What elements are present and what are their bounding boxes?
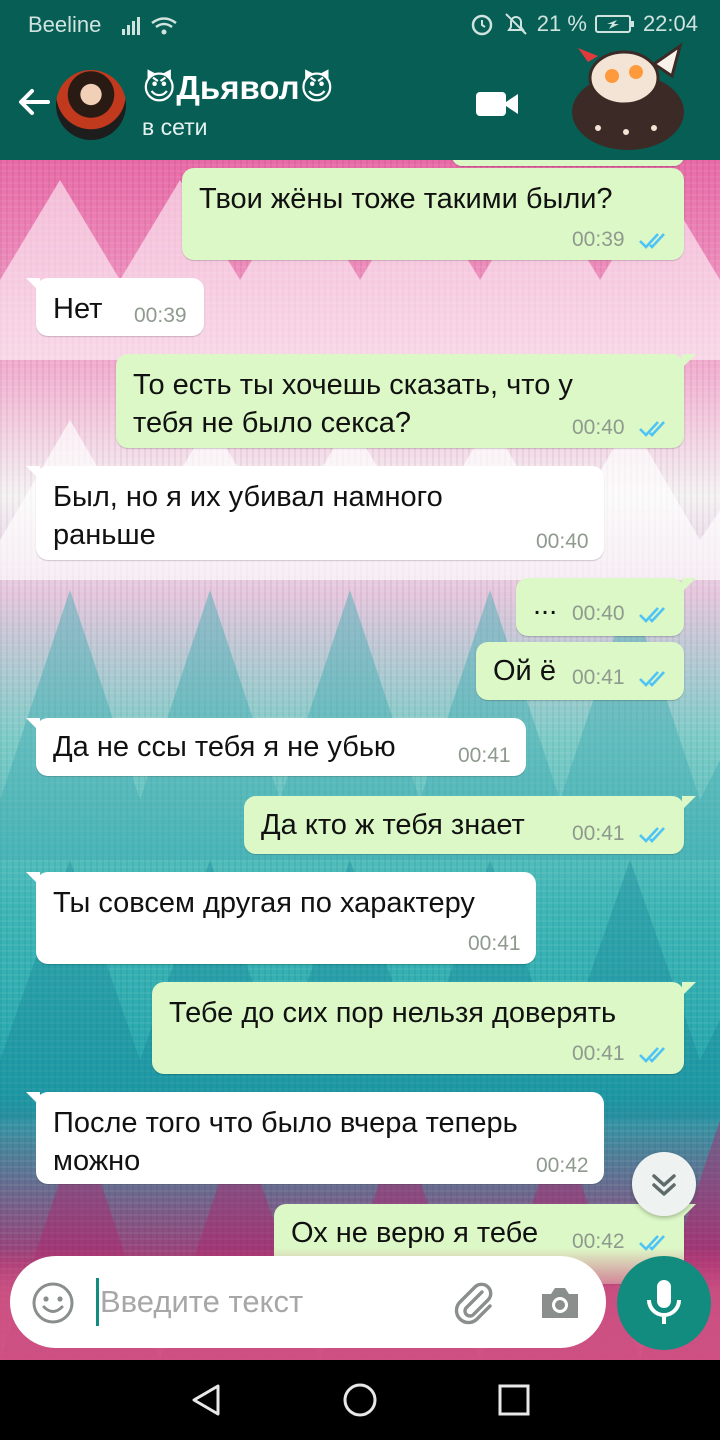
message-bubble-out[interactable]: То есть ты хочешь сказать, что у тебя не … <box>116 354 696 448</box>
message-time: 00:40 <box>572 416 625 439</box>
message-text: Да кто ж тебя знает <box>261 809 525 841</box>
message-composer <box>10 1256 606 1348</box>
message-text-line: тебя не было секса? <box>133 407 411 439</box>
alarm-icon <box>471 14 493 36</box>
message-time: 00:41 <box>572 666 625 689</box>
message-text-line: После того что было вчера теперь <box>53 1107 518 1139</box>
video-call-icon[interactable] <box>474 88 520 120</box>
clock: 22:04 <box>642 11 698 36</box>
camera-icon[interactable] <box>538 1280 582 1324</box>
message-time: 00:39 <box>134 304 187 327</box>
message-text: То есть ты хочешь сказать, что у тебя не … <box>133 366 573 442</box>
message-bubble-out[interactable]: Твои жёны тоже такими были? 00:39 <box>182 168 684 260</box>
bubble-tail <box>682 354 696 368</box>
bubble-tail <box>26 278 40 292</box>
message-text: Твои жёны тоже такими были? <box>199 183 613 215</box>
message-text-line: можно <box>53 1145 141 1177</box>
message-time: 00:41 <box>572 822 625 845</box>
double-check-icon <box>639 233 665 249</box>
message-bubble-out[interactable]: ... 00:40 <box>516 578 696 636</box>
battery-percent: 21 % <box>536 11 587 36</box>
message-time: 00:41 <box>468 932 521 955</box>
double-check-icon <box>639 421 665 437</box>
message-text: Тебе до сих пор нельзя доверять <box>169 997 617 1029</box>
message-text: Ох не верю я тебе <box>291 1217 539 1249</box>
message-bubble-out[interactable]: Да кто ж тебя знает 00:41 <box>244 796 696 854</box>
bubble-tail <box>26 718 40 732</box>
message-bubble-in[interactable]: Ты совсем другая по характеру 00:41 <box>26 872 536 964</box>
chat-area[interactable]: Твои жёны тоже такими были? 00:39 Нет 00… <box>0 160 720 1360</box>
double-check-icon <box>639 607 665 623</box>
message-bubble-in[interactable]: Нет 00:39 <box>26 278 204 336</box>
emoji-icon[interactable] <box>30 1280 76 1326</box>
bubble-tail <box>26 1092 40 1106</box>
contact-avatar[interactable] <box>56 70 126 140</box>
message-time: 00:40 <box>536 530 589 553</box>
scroll-to-bottom-button[interactable] <box>632 1152 696 1216</box>
message-text: Да не ссы тебя я не убью <box>53 731 396 763</box>
sticker-image <box>572 42 684 150</box>
double-check-icon <box>639 827 665 843</box>
double-chevron-down-icon <box>652 1174 676 1196</box>
signal-wifi-icon <box>122 17 177 35</box>
message-text: Ой ё <box>493 655 556 687</box>
message-time: 00:41 <box>458 744 511 767</box>
bubble-tail <box>26 872 40 886</box>
message-text: Ты совсем другая по характеру <box>53 887 475 919</box>
carrier-name: Beeline <box>28 12 102 37</box>
system-nav-bar <box>0 1360 720 1440</box>
nav-back-icon[interactable] <box>188 1382 224 1418</box>
bubble-tail <box>682 982 696 996</box>
bubble-tail <box>26 466 40 480</box>
paperclip-icon[interactable] <box>450 1278 498 1326</box>
message-text-line: То есть ты хочешь сказать, что у <box>133 369 573 401</box>
contact-status: в сети <box>142 114 208 140</box>
double-check-icon <box>639 1047 665 1063</box>
status-bar: Beeline 21 % 22:04 <box>0 0 720 48</box>
message-bubble-in[interactable]: Да не ссы тебя я не убью 00:41 <box>26 718 526 776</box>
mute-bell-icon <box>505 13 527 35</box>
message-bubble-in[interactable]: Был, но я их убивал намного раньше 00:40 <box>26 466 604 560</box>
battery-icon <box>594 15 634 33</box>
nav-home-icon[interactable] <box>342 1382 378 1418</box>
message-text: Нет <box>53 293 103 325</box>
double-check-icon <box>639 671 665 687</box>
microphone-icon <box>647 1280 681 1324</box>
voice-message-button[interactable] <box>617 1256 711 1350</box>
bubble-tail <box>682 796 696 810</box>
message-text: ... <box>533 589 558 621</box>
message-time: 00:39 <box>572 228 625 251</box>
nav-recents-icon[interactable] <box>496 1382 532 1418</box>
message-text: Был, но я их убивал намного раньше <box>53 478 443 554</box>
contact-name[interactable]: 😈Дьявол😈 <box>142 68 334 107</box>
message-text-line: раньше <box>53 519 156 551</box>
message-text-line: Был, но я их убивал намного <box>53 481 443 513</box>
message-time: 00:42 <box>536 1154 589 1177</box>
message-bubble-partial <box>452 160 684 166</box>
bubble-tail <box>682 578 696 592</box>
message-time: 00:41 <box>572 1042 625 1065</box>
message-bubble-out[interactable]: Ой ё 00:41 <box>476 642 684 700</box>
message-time: 00:40 <box>572 602 625 625</box>
message-bubble-out[interactable]: Тебе до сих пор нельзя доверять 00:41 <box>152 982 696 1074</box>
message-input[interactable] <box>98 1276 440 1328</box>
message-bubble-in[interactable]: После того что было вчера теперь можно 00… <box>26 1092 604 1184</box>
chat-header: 😈Дьявол😈 в сети <box>0 42 720 160</box>
message-text: После того что было вчера теперь можно <box>53 1104 518 1180</box>
arrow-left-icon[interactable] <box>14 82 54 122</box>
